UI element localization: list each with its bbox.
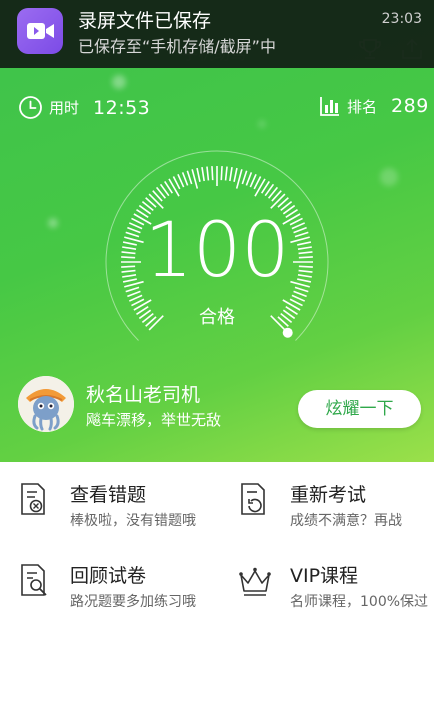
bokeh-light (380, 168, 398, 186)
action-review-paper[interactable]: 回顾试卷 路况题要多加练习哦 (18, 561, 228, 631)
gauge-tick (211, 166, 214, 181)
retake-exam-icon (241, 483, 265, 515)
result-panel: 手机助驾 用时 12:53 排名 289 100 合格 (0, 0, 434, 462)
gauge-tick (196, 167, 201, 182)
bar-chart-icon (320, 97, 339, 116)
rank-label: 排名 (347, 97, 378, 116)
gauge-tick (201, 167, 205, 182)
bokeh-light (48, 218, 58, 228)
action-subtitle: 成绩不满意？再战 (290, 513, 402, 529)
gauge-tick (235, 169, 243, 189)
vip-crown-icon (239, 567, 271, 596)
user-name: 秋名山老司机 (86, 384, 201, 406)
octopus-avatar-icon (18, 376, 74, 432)
gauge-tick (168, 178, 180, 197)
action-title: 回顾试卷 (70, 565, 147, 587)
video-camera-icon (27, 23, 54, 39)
gauge-tick (127, 290, 141, 298)
screen-recorder-app-icon (17, 8, 63, 54)
action-retake-exam[interactable]: 重新考试 成绩不满意？再战 (238, 480, 434, 550)
action-title: 查看错题 (70, 484, 147, 506)
time-used-value: 12:53 (93, 96, 151, 119)
gauge-tick (254, 178, 266, 197)
gauge-tick (241, 170, 248, 185)
action-subtitle: 路况题要多加练习哦 (70, 594, 196, 610)
score-value: 100 (144, 205, 290, 294)
gauge-tick (186, 170, 193, 185)
notification-title: 录屏文件已保存 (78, 10, 212, 32)
gauge-tick (181, 172, 189, 186)
gauge-tick (177, 173, 185, 188)
action-subtitle: 名师课程，100%保过 (290, 594, 429, 610)
gauge-tick (128, 294, 143, 302)
notification-banner[interactable]: 录屏文件已保存 已保存至“手机存储/截屏”中 23:03 (0, 0, 434, 68)
gauge-tick (224, 166, 228, 181)
gauge-tick (245, 172, 253, 186)
rank-stat: 排名 289 (319, 95, 429, 117)
show-off-button[interactable]: 炫耀一下 (298, 390, 421, 428)
time-used-label: 用时 (49, 99, 80, 117)
rank-value: 289 (391, 95, 429, 117)
action-view-wrong-answers[interactable]: 查看错题 棒极啦，没有错题哦 (18, 480, 228, 550)
action-title: VIP课程 (290, 565, 359, 587)
gauge-tick (191, 169, 199, 189)
grade-label: 合格 (199, 307, 235, 328)
gauge-pointer (282, 327, 293, 338)
gauge-tick (293, 290, 307, 298)
bokeh-light (258, 120, 266, 128)
gauge-tick (220, 166, 223, 181)
user-motto: 飚车漂移，举世无敌 (86, 411, 222, 429)
action-title: 重新考试 (290, 484, 367, 506)
action-subtitle: 棒极啦，没有错题哦 (70, 513, 196, 529)
notification-time: 23:03 (381, 11, 422, 27)
gauge-tick (206, 166, 210, 181)
gauge-tick (233, 167, 238, 182)
wrong-answers-icon (21, 483, 45, 515)
avatar[interactable] (18, 376, 74, 432)
gauge-tick (291, 294, 306, 302)
bokeh-light (112, 75, 126, 89)
notification-subtitle: 已保存至“手机存储/截屏”中 (78, 37, 276, 56)
clock-icon (19, 96, 42, 119)
action-vip-course[interactable]: VIP课程 名师课程，100%保过 (238, 561, 434, 631)
gauge-tick (249, 173, 257, 188)
review-paper-icon (21, 564, 47, 596)
time-used-stat: 用时 12:53 (18, 95, 150, 120)
gauge-tick (229, 167, 233, 182)
